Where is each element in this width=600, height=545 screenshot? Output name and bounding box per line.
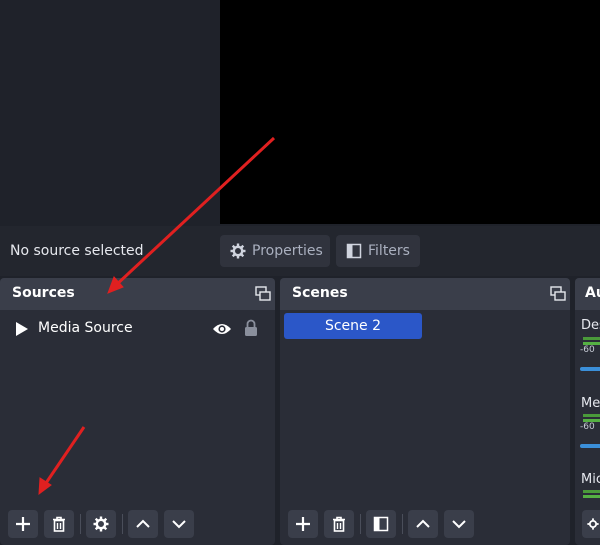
trash-icon — [53, 516, 65, 532]
move-source-down-button[interactable] — [164, 510, 194, 538]
move-source-up-button[interactable] — [128, 510, 158, 538]
chevron-down-icon — [452, 520, 466, 529]
audio-channel-name: Mic — [581, 472, 600, 487]
add-source-button[interactable] — [8, 510, 38, 538]
gear-icon — [587, 518, 599, 530]
remove-scene-button[interactable] — [324, 510, 354, 538]
scenes-dock: Scenes Scene 2 — [280, 278, 570, 545]
chevron-down-icon — [172, 520, 186, 529]
audio-mixer-settings-button[interactable] — [582, 510, 600, 538]
add-scene-button[interactable] — [288, 510, 318, 538]
source-item[interactable]: Media Source — [0, 316, 275, 342]
volume-meter — [583, 495, 600, 498]
audio-channel-name: Des — [581, 318, 600, 333]
chevron-up-icon — [136, 519, 150, 528]
properties-label: Properties — [252, 243, 323, 259]
source-properties-button[interactable] — [86, 510, 116, 538]
sources-dock: Sources Media Source — [0, 278, 275, 545]
scenes-title: Scenes — [292, 285, 348, 301]
volume-slider[interactable] — [580, 444, 600, 448]
volume-slider[interactable] — [580, 367, 600, 371]
trash-icon — [333, 516, 345, 532]
plus-icon — [16, 517, 30, 531]
play-icon — [16, 322, 28, 336]
gear-icon — [93, 516, 109, 532]
meter-scale-label: -60 — [580, 422, 595, 432]
filters-button[interactable]: Filters — [336, 235, 420, 267]
properties-button[interactable]: Properties — [220, 235, 330, 267]
volume-meter — [583, 337, 600, 340]
filter-icon — [373, 516, 389, 532]
preview-canvas[interactable] — [220, 0, 600, 224]
move-scene-up-button[interactable] — [408, 510, 438, 538]
move-scene-down-button[interactable] — [444, 510, 474, 538]
scene-item[interactable]: Scene 2 — [284, 313, 422, 339]
context-status: No source selected — [10, 243, 144, 259]
scene-filters-button[interactable] — [366, 510, 396, 538]
filter-icon — [346, 243, 362, 259]
remove-source-button[interactable] — [44, 510, 74, 538]
toolbar-separator — [122, 514, 123, 534]
volume-meter — [583, 490, 600, 493]
filters-label: Filters — [368, 243, 410, 259]
lock-icon[interactable] — [244, 319, 258, 337]
eye-icon[interactable] — [212, 322, 232, 336]
audio-title-bar: Au — [575, 278, 600, 310]
preview-area — [0, 0, 220, 226]
undock-icon[interactable] — [255, 286, 271, 302]
toolbar-separator — [80, 514, 81, 534]
undock-icon[interactable] — [550, 286, 566, 302]
gear-icon — [230, 243, 246, 259]
audio-mixer-dock: Au Des -60 Me -60 Mic — [575, 278, 600, 545]
plus-icon — [296, 517, 310, 531]
meter-scale-label: -60 — [580, 345, 595, 355]
scenes-title-bar: Scenes — [280, 278, 570, 310]
audio-channel-name: Me — [581, 396, 600, 411]
chevron-up-icon — [416, 519, 430, 528]
sources-title: Sources — [12, 285, 75, 301]
volume-meter — [583, 414, 600, 417]
source-item-label: Media Source — [38, 320, 133, 336]
sources-title-bar: Sources — [0, 278, 275, 310]
toolbar-separator — [402, 514, 403, 534]
audio-title: Au — [585, 285, 600, 301]
toolbar-separator — [360, 514, 361, 534]
